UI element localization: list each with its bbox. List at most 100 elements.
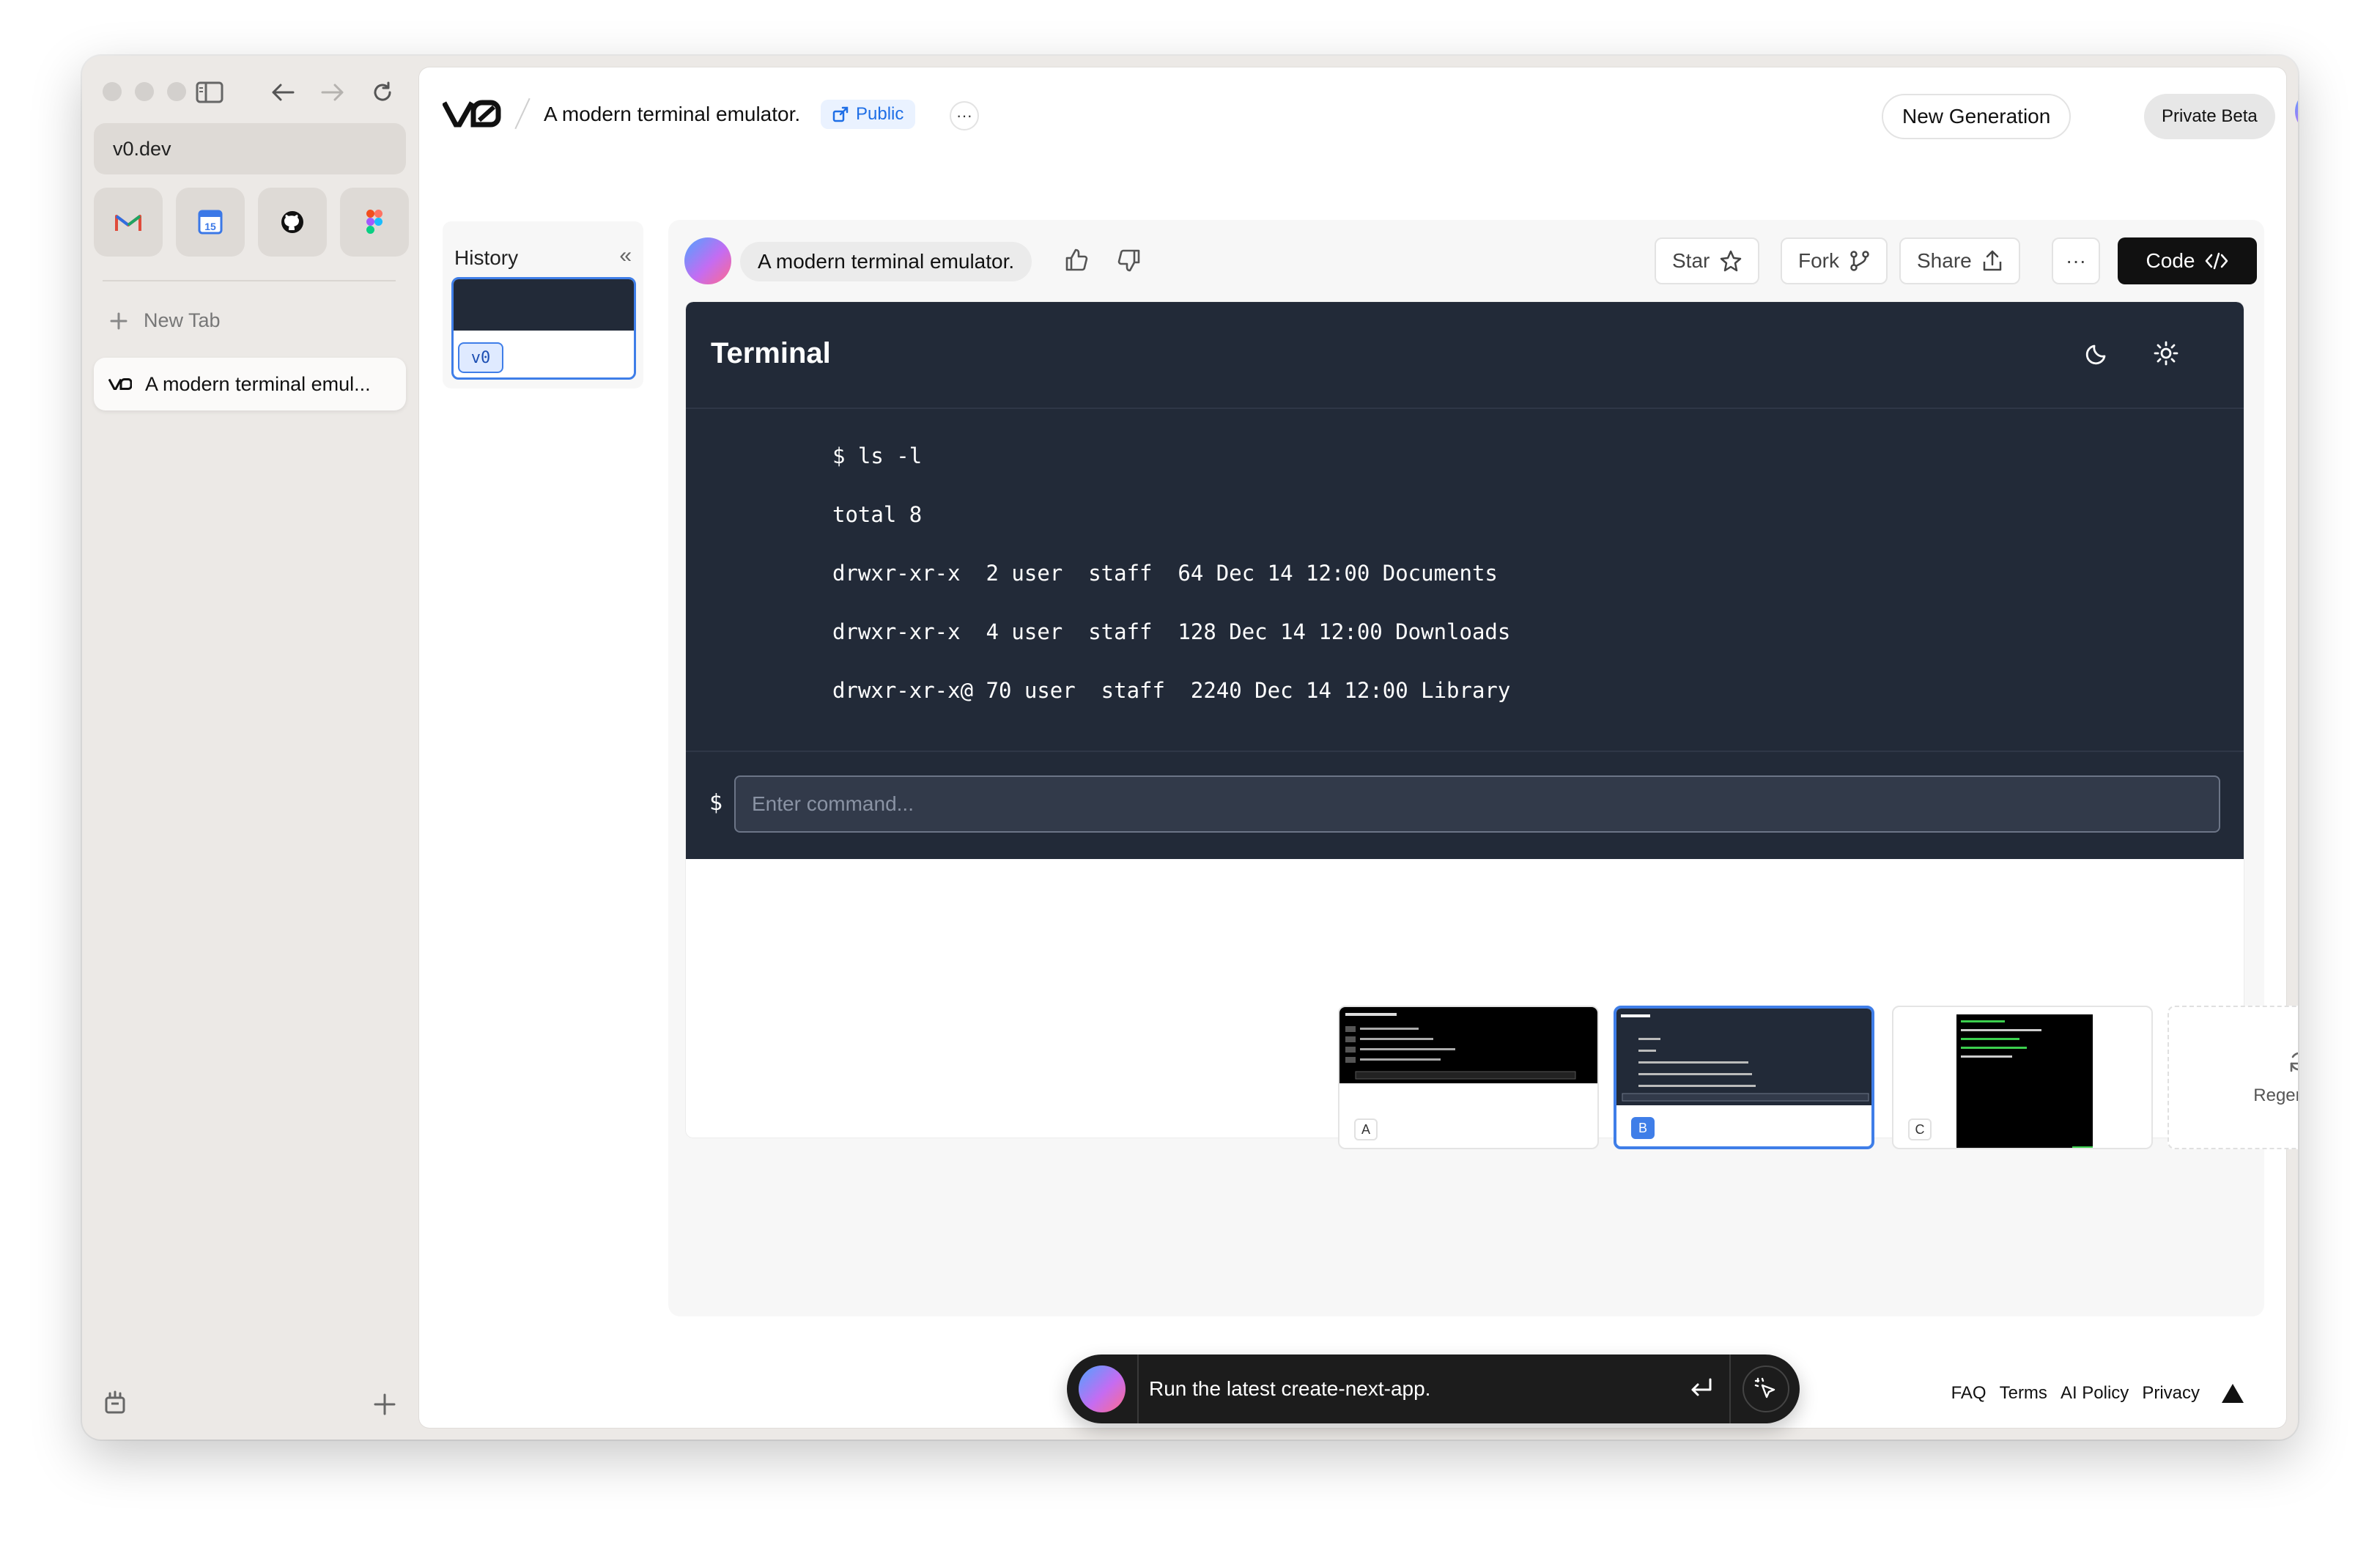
v0-logo-icon[interactable] <box>441 98 501 133</box>
more-actions-button[interactable]: ··· <box>2052 237 2100 284</box>
breadcrumb-separator <box>514 97 531 130</box>
star-label: Star <box>1672 249 1710 272</box>
terminal-output: $ ls -l total 8 drwxr-xr-x 2 user staff … <box>832 441 1510 734</box>
svg-text:15: 15 <box>204 221 216 232</box>
element-picker-button[interactable] <box>1742 1365 1789 1412</box>
variant-b[interactable]: B <box>1614 1006 1874 1149</box>
generation-canvas: A modern terminal emulator. Star Fork Sh… <box>668 220 2264 1316</box>
more-icon: ··· <box>2066 249 2086 272</box>
page-content: A modern terminal emulator. Public ··· N… <box>419 67 2298 1428</box>
minimize-window-button[interactable] <box>135 82 154 101</box>
address-bar[interactable]: v0.dev <box>94 123 406 174</box>
terminal-line: drwxr-xr-x 2 user staff 64 Dec 14 12:00 … <box>832 561 1498 586</box>
window-controls <box>103 82 186 101</box>
star-icon <box>1721 250 1742 272</box>
footer-link-terms[interactable]: Terms <box>2000 1383 2047 1404</box>
terminal-header: Terminal <box>686 302 2244 409</box>
more-icon: ··· <box>956 106 972 125</box>
prompt-bubble: A modern terminal emulator. <box>740 242 1032 281</box>
gmail-icon <box>115 215 141 231</box>
archive-icon[interactable] <box>104 1390 126 1418</box>
private-beta-button[interactable]: Private Beta <box>2144 94 2275 139</box>
variant-a-preview <box>1339 1007 1597 1083</box>
moon-icon[interactable] <box>2084 340 2110 370</box>
user-avatar[interactable] <box>2295 89 2298 133</box>
terminal-line: drwxr-xr-x 4 user staff 128 Dec 14 12:00… <box>832 619 1511 644</box>
history-panel: History « v0 <box>443 221 643 388</box>
variant-a[interactable]: A <box>1338 1006 1599 1149</box>
chat-avatar <box>1079 1365 1126 1412</box>
chat-input[interactable] <box>1149 1369 1677 1409</box>
plus-icon <box>110 312 128 329</box>
favorite-calendar[interactable]: 15 <box>176 188 245 257</box>
history-version-thumbnail[interactable]: v0 <box>451 277 636 380</box>
footer-link-ai-policy[interactable]: AI Policy <box>2061 1383 2129 1404</box>
variant-label: A <box>1354 1118 1378 1140</box>
thumbs-down-icon[interactable] <box>1117 248 1142 276</box>
history-label: History <box>454 246 519 269</box>
url-text: v0.dev <box>113 137 171 160</box>
variant-c-preview <box>1956 1014 2093 1148</box>
terminal-line: total 8 <box>832 502 923 527</box>
enter-icon[interactable] <box>1687 1374 1716 1407</box>
share-label: Share <box>1917 249 1972 272</box>
cursor-select-icon <box>1754 1377 1775 1398</box>
calendar-icon: 15 <box>198 210 223 235</box>
regenerate-button[interactable]: Regenerate <box>2168 1006 2298 1149</box>
thumbs-up-icon[interactable] <box>1064 248 1089 276</box>
terminal-input-row: $ <box>686 751 2244 859</box>
variant-c[interactable]: C <box>1892 1006 2153 1149</box>
add-icon[interactable] <box>374 1393 396 1419</box>
open-tab[interactable]: A modern terminal emul... <box>94 358 406 410</box>
browser-sidebar: v0.dev 15 New Tab A modern terminal emul… <box>82 56 418 1440</box>
footer-link-privacy[interactable]: Privacy <box>2142 1383 2200 1404</box>
fork-label: Fork <box>1798 249 1839 272</box>
github-icon <box>281 211 303 233</box>
collapse-icon[interactable]: « <box>619 243 632 268</box>
forward-arrow-icon[interactable] <box>315 75 350 110</box>
terminal-line: drwxr-xr-x@ 70 user staff 2240 Dec 14 12… <box>832 678 1511 703</box>
chat-divider <box>1729 1354 1731 1423</box>
favorite-gmail[interactable] <box>94 188 163 257</box>
v0-logo-icon <box>108 378 132 390</box>
share-button[interactable]: Share <box>1899 237 2020 284</box>
zoom-window-button[interactable] <box>167 82 186 101</box>
terminal-window: Terminal $ ls -l total 8 drwxr-xr-x 2 us… <box>686 302 2244 859</box>
open-tab-title: A modern terminal emul... <box>145 372 371 395</box>
variant-label: B <box>1631 1117 1655 1139</box>
favorite-figma[interactable] <box>340 188 409 257</box>
sun-icon[interactable] <box>2153 340 2179 370</box>
version-badge: v0 <box>458 342 503 373</box>
footer: FAQ Terms AI Policy Privacy <box>1951 1382 2245 1404</box>
close-window-button[interactable] <box>103 82 122 101</box>
code-icon <box>2206 252 2228 270</box>
variant-label: C <box>1908 1118 1932 1140</box>
new-tab-label: New Tab <box>144 309 221 331</box>
code-button[interactable]: Code <box>2118 237 2257 284</box>
star-button[interactable]: Star <box>1655 237 1760 284</box>
terminal-line: $ ls -l <box>832 443 923 468</box>
command-input[interactable] <box>734 775 2220 833</box>
sidebar-toggle-icon[interactable] <box>192 75 227 110</box>
fork-button[interactable]: Fork <box>1781 237 1888 284</box>
share-link-icon <box>832 106 849 122</box>
prompt-symbol: $ <box>709 790 723 816</box>
new-tab-button[interactable]: New Tab <box>110 309 221 332</box>
sidebar-divider <box>103 280 396 281</box>
footer-link-faq[interactable]: FAQ <box>1951 1383 1987 1404</box>
new-generation-button[interactable]: New Generation <box>1882 94 2072 139</box>
share-icon <box>1983 250 2001 271</box>
terminal-title: Terminal <box>711 337 831 369</box>
figma-icon <box>366 210 382 234</box>
thumbnail-preview <box>454 279 634 331</box>
code-label: Code <box>2146 249 2195 272</box>
favorite-github[interactable] <box>258 188 327 257</box>
visibility-badge[interactable]: Public <box>821 100 916 129</box>
vercel-triangle-icon[interactable] <box>2220 1382 2245 1404</box>
favorites-bar: 15 <box>94 188 409 257</box>
fork-icon <box>1850 251 1869 271</box>
back-arrow-icon[interactable] <box>265 75 300 110</box>
more-options-button[interactable]: ··· <box>950 101 979 130</box>
regenerate-label: Regenerate <box>2253 1086 2298 1105</box>
reload-icon[interactable] <box>365 75 400 110</box>
